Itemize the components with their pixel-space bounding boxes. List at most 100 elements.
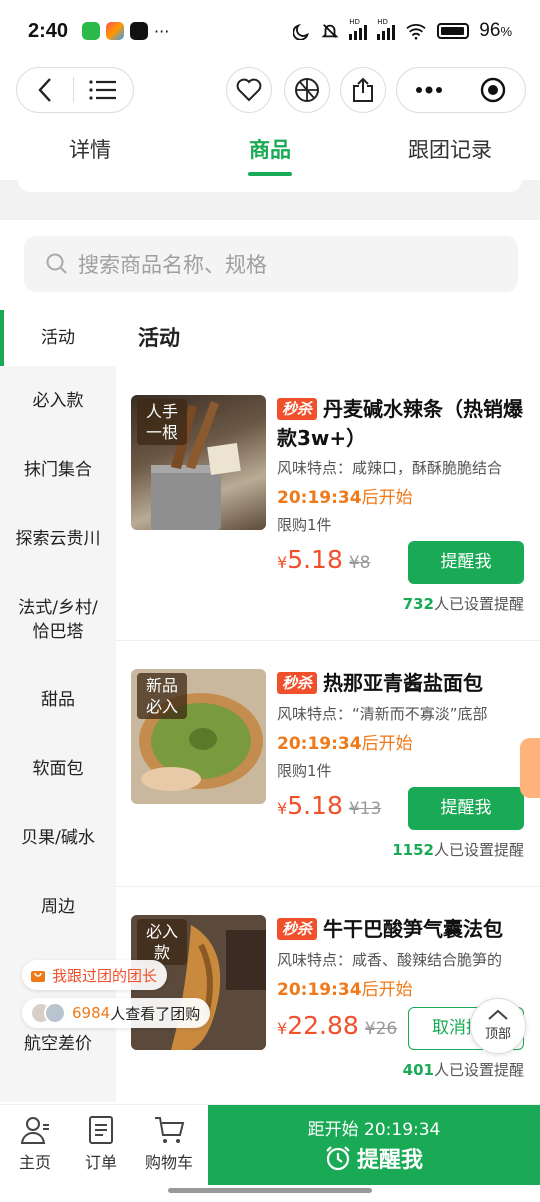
product-title[interactable]: 秒杀 热那亚青酱盐面包 <box>277 669 533 698</box>
purchase-limit: 限购1件 <box>277 516 332 534</box>
status-right: HD HD 96% <box>293 18 512 42</box>
search-input[interactable]: 搜索商品名称、规格 <box>24 236 518 292</box>
remind-me-button[interactable]: 提醒我 <box>408 541 524 584</box>
bottom-action-bar: 主页 订单 购物车 距开始 20:19:34 提醒我 <box>0 1104 540 1185</box>
search-icon <box>46 253 67 274</box>
section-title: 活动 <box>138 326 180 350</box>
signal-icon: HD <box>349 18 368 40</box>
sidebar-item-desserts[interactable]: 甜品 <box>0 666 116 734</box>
reminder-count: 1152人已设置提醒 <box>392 841 524 859</box>
share-button[interactable] <box>340 67 386 113</box>
back-button[interactable] <box>17 77 73 103</box>
product-image[interactable]: 新品必入 <box>131 669 266 804</box>
back-to-top-button[interactable]: 顶部 <box>470 998 526 1054</box>
sidebar-item-activity[interactable]: 活动 <box>0 310 116 366</box>
section-divider <box>0 180 540 220</box>
heart-icon <box>236 78 262 102</box>
bag-icon <box>31 971 45 982</box>
alarm-clock-icon <box>326 1146 350 1171</box>
joined-leader-tag[interactable]: 我跟过团的团长 <box>22 960 168 990</box>
page: { "status_bar": { "time": "2:40", "more"… <box>0 0 540 1202</box>
home-indicator[interactable] <box>168 1188 372 1193</box>
status-bar: 2:40 ··· HD HD 96% <box>0 0 540 62</box>
product-card[interactable]: 人手一根 秒杀 丹麦碱水辣条（热销爆款3w+） 风味特点：咸辣口，酥酥脆脆结合 2… <box>116 395 540 641</box>
mute-icon <box>321 24 339 38</box>
price: ¥5.18 ¥13 <box>277 791 382 820</box>
tab-group-records[interactable]: 跟团记录 <box>360 122 540 178</box>
favorite-button[interactable] <box>226 67 272 113</box>
battery-level: 96% <box>479 20 512 41</box>
product-title[interactable]: 秒杀 牛干巴酸笋气囊法包 <box>277 915 533 944</box>
moon-icon <box>293 23 310 40</box>
purchase-limit: 限购1件 <box>277 762 332 780</box>
product-image[interactable]: 人手一根 <box>131 395 266 530</box>
viewer-avatars <box>30 1002 66 1024</box>
target-circle-icon <box>480 77 506 103</box>
menu-list-button[interactable] <box>74 79 133 101</box>
order-list-icon <box>89 1116 113 1144</box>
wifi-icon <box>406 24 426 40</box>
more-button[interactable] <box>397 86 461 94</box>
battery-icon <box>437 23 470 39</box>
remind-me-cta[interactable]: 距开始 20:19:34 提醒我 <box>208 1105 540 1185</box>
more-notifications: ··· <box>154 21 170 41</box>
signal-icon-2: HD <box>377 18 396 40</box>
product-feature: 风味特点：咸香、酸辣结合脆笋的 <box>277 951 503 969</box>
chevron-left-icon <box>38 78 51 102</box>
product-feature: 风味特点：咸辣口，酥酥脆脆结合 <box>277 459 503 477</box>
price: ¥5.18 ¥8 <box>277 545 371 574</box>
reminder-count: 732人已设置提醒 <box>402 595 524 613</box>
tab-bar: 详情 商品 跟团记录 <box>0 122 540 178</box>
chevron-up-icon <box>488 1009 508 1020</box>
sidebar-item-must-buy[interactable]: 必入款 <box>0 367 116 435</box>
sidebar-item-yunguichuan[interactable]: 探索云贵川 <box>0 505 116 573</box>
sidebar-item-merch[interactable]: 周边 <box>0 873 116 941</box>
share-icon <box>353 77 373 102</box>
app-icon <box>106 22 125 40</box>
product-feature: 风味特点：“清新而不寡淡”底部 <box>277 705 488 723</box>
tiktok-icon <box>130 22 149 40</box>
image-tag: 人手一根 <box>137 399 187 445</box>
product-card[interactable]: 新品必入 秒杀 热那亚青酱盐面包 风味特点：“清新而不寡淡”底部 20:19:34… <box>116 641 540 887</box>
image-tag: 新品必入 <box>137 673 187 719</box>
countdown: 20:19:34后开始 <box>277 734 413 754</box>
tab-products[interactable]: 商品 <box>180 122 360 178</box>
flash-sale-badge: 秒杀 <box>277 672 318 694</box>
remind-me-button[interactable]: 提醒我 <box>408 787 524 830</box>
original-price: ¥13 <box>348 799 382 819</box>
original-price: ¥26 <box>364 1019 398 1039</box>
coupon-edge-badge[interactable] <box>520 738 540 798</box>
sidebar-item-soft-bread[interactable]: 软面包 <box>0 735 116 803</box>
status-time: 2:40 <box>28 19 69 42</box>
cta-label: 提醒我 <box>208 1142 540 1174</box>
cart-icon <box>155 1117 185 1143</box>
cta-countdown: 距开始 20:19:34 <box>307 1120 441 1140</box>
nav-left-pill <box>16 67 134 113</box>
search-placeholder: 搜索商品名称、规格 <box>78 253 267 277</box>
image-tag: 必入款 <box>137 919 187 965</box>
list-icon <box>89 80 117 100</box>
wechat-icon <box>82 22 101 40</box>
sidebar-item-matcha[interactable]: 抹门集合 <box>0 436 116 504</box>
countdown: 20:19:34后开始 <box>277 488 413 508</box>
orders-button[interactable]: 订单 <box>68 1115 134 1173</box>
flash-sale-badge: 秒杀 <box>277 918 318 940</box>
home-button[interactable]: 主页 <box>2 1115 68 1173</box>
status-app-icons: ··· <box>82 22 169 41</box>
close-mini-program-button[interactable] <box>461 77 525 103</box>
tab-details[interactable]: 详情 <box>0 122 180 178</box>
viewers-tag: 6984 人查看了团购 <box>22 998 211 1028</box>
countdown: 20:19:34后开始 <box>277 980 413 1000</box>
mini-program-nav <box>0 62 540 118</box>
cart-button[interactable]: 购物车 <box>136 1115 202 1173</box>
capsule-menu <box>396 67 526 113</box>
flash-sale-badge: 秒杀 <box>277 398 318 420</box>
sidebar-item-bagel-pretzel[interactable]: 贝果/碱水 <box>0 804 116 872</box>
share-moments-button[interactable] <box>284 67 330 113</box>
product-title[interactable]: 秒杀 丹麦碱水辣条（热销爆款3w+） <box>277 395 533 453</box>
sidebar-item-french-country[interactable]: 法式/乡村/恰巴塔 <box>0 586 116 654</box>
reminder-count: 401人已设置提醒 <box>402 1061 524 1079</box>
previous-card-edge <box>18 180 522 192</box>
price: ¥22.88 ¥26 <box>277 1011 398 1040</box>
user-icon <box>20 1117 49 1144</box>
